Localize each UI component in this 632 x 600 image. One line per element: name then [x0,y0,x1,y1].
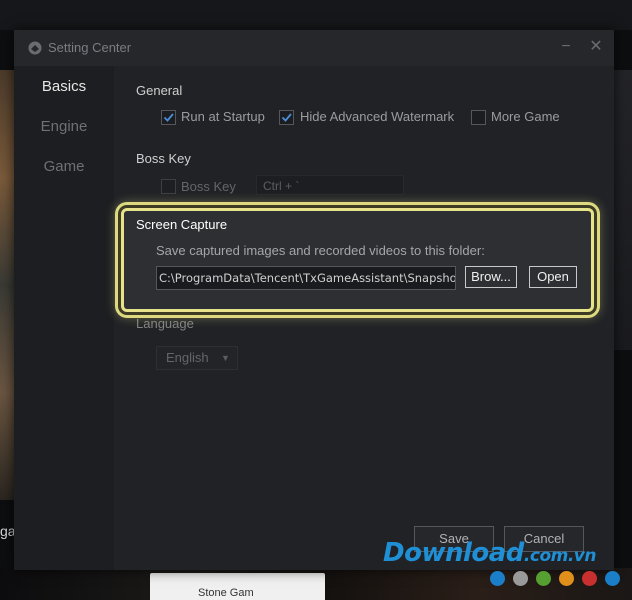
watermark-dot [536,571,551,586]
watermark-suffix: .com.vn [523,546,597,566]
hide-watermark-label: Hide Advanced Watermark [300,109,455,124]
language-select[interactable]: English ▼ [156,346,238,370]
background-game-art-left [0,70,14,500]
more-game-label: More Game [491,109,560,124]
checkmark-icon [281,113,292,122]
language-section-title: Language [136,316,194,331]
sidebar-item-game[interactable]: Game [14,158,114,175]
background-right [614,70,632,350]
chevron-down-icon: ▼ [221,353,230,363]
background-bottom-panel: Stone Gam [150,573,325,600]
title-bar[interactable]: Setting Center − ✕ [14,30,614,66]
screen-capture-panel: Screen Capture Save captured images and … [121,208,594,312]
watermark-dot [513,571,528,586]
sidebar-item-engine[interactable]: Engine [14,118,114,135]
screen-capture-path-input[interactable]: C:\ProgramData\Tencent\TxGameAssistant\S… [156,266,456,290]
boss-key-hotkey-input[interactable]: Ctrl + ` [256,175,404,195]
app-logo-icon [28,41,42,55]
watermark-dot [605,571,620,586]
watermark-main: Download [383,538,524,568]
sidebar: Basics Engine Game [14,66,114,570]
open-folder-button[interactable]: Open [529,266,577,288]
boss-key-checkbox[interactable] [161,179,176,194]
hide-watermark-checkbox[interactable] [279,110,294,125]
boss-key-label: Boss Key [181,179,236,194]
screen-capture-description: Save captured images and recorded videos… [156,243,485,258]
more-game-checkbox[interactable] [471,110,486,125]
sidebar-item-basics[interactable]: Basics [14,78,114,95]
watermark-dot [582,571,597,586]
background-top [0,0,632,30]
watermark-dot [490,571,505,586]
run-at-startup-label: Run at Startup [181,109,265,124]
minimize-button[interactable]: − [557,38,575,56]
background-bottom-text: Stone Gam [198,587,254,599]
window-title: Setting Center [48,40,132,55]
watermark-dot [559,571,574,586]
close-button[interactable]: ✕ [587,38,605,56]
boss-key-section-title: Boss Key [136,151,191,166]
screen-capture-title: Screen Capture [136,217,228,232]
general-section-title: General [136,83,183,98]
language-selected-value: English [166,350,209,365]
checkmark-icon [163,113,174,122]
run-at-startup-checkbox[interactable] [161,110,176,125]
download-watermark: Download.com.vn [383,538,596,568]
browse-button[interactable]: Brow... [465,266,517,288]
